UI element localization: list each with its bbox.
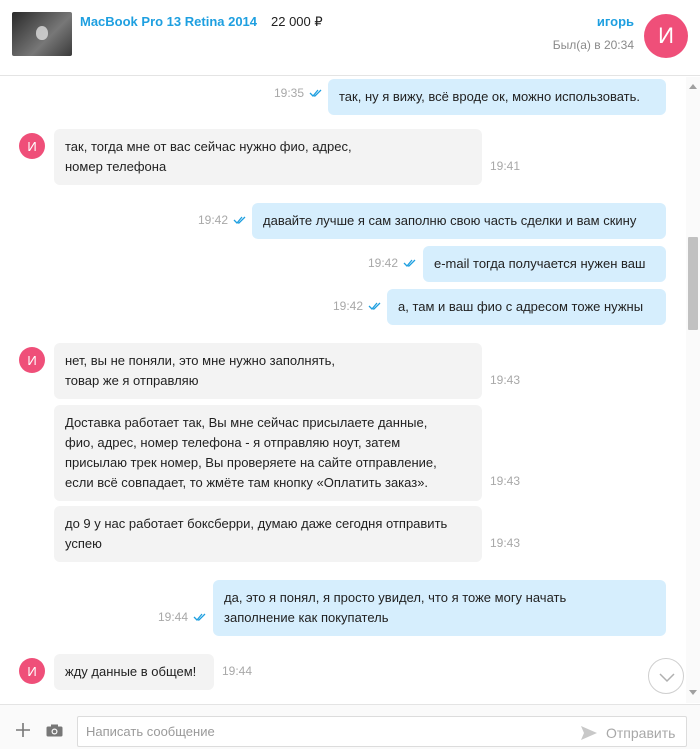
read-checkmarks-icon	[368, 302, 381, 310]
item-price: 22 000 ₽	[271, 14, 323, 29]
message-text: e-mail тогда получается нужен ваш	[434, 256, 646, 271]
item-thumbnail[interactable]	[12, 12, 72, 56]
read-checkmarks-icon	[233, 216, 246, 224]
message-text: давайте лучше я сам заполню свою часть с…	[263, 213, 637, 228]
message-time: 19:42	[333, 299, 364, 313]
user-avatar[interactable]: И	[644, 14, 688, 58]
send-button-label: Отправить	[606, 725, 676, 741]
message-list[interactable]: так, ну я вижу, всё вроде ок, можно испо…	[0, 77, 700, 703]
message-bubble-outgoing: а, там и ваш фио с адресом тоже нужны	[387, 289, 666, 325]
read-checkmarks-icon	[193, 613, 206, 621]
message-bubble-outgoing: давайте лучше я сам заполню свою часть с…	[252, 203, 666, 239]
message-bubble-outgoing: e-mail тогда получается нужен ваш	[423, 246, 666, 282]
chat-header: MacBook Pro 13 Retina 2014 22 000 ₽ игор…	[0, 0, 700, 76]
message-bubble-incoming: так, тогда мне от вас сейчас нужно фио, …	[54, 129, 482, 185]
message-time: 19:43	[490, 373, 521, 387]
read-checkmarks-icon	[309, 89, 322, 97]
sender-avatar[interactable]: И	[19, 347, 45, 373]
message-text: так, ну я вижу, всё вроде ок, можно испо…	[339, 89, 641, 104]
message-time: 19:44	[222, 664, 253, 678]
apple-logo-icon	[36, 26, 48, 40]
message-time: 19:43	[490, 474, 521, 488]
scroll-to-bottom-button[interactable]	[648, 658, 684, 694]
message-text: нет, вы не поняли, это мне нужно заполня…	[65, 353, 335, 388]
message-bubble-incoming: до 9 у нас работает боксберри, думаю даж…	[54, 506, 482, 562]
message-time: 19:41	[490, 159, 521, 173]
message-text: до 9 у нас работает боксберри, думаю даж…	[65, 516, 448, 551]
chevron-down-icon	[659, 673, 675, 683]
message-text: жду данные в общем!	[65, 664, 197, 679]
message-bubble-incoming: Доставка работает так, Вы мне сейчас при…	[54, 405, 482, 501]
user-name-link[interactable]: игорь	[597, 14, 634, 29]
message-text: Доставка работает так, Вы мне сейчас при…	[65, 415, 437, 490]
send-arrow-icon	[581, 726, 597, 740]
send-button[interactable]: Отправить	[580, 723, 675, 743]
message-bubble-incoming: жду данные в общем!	[54, 654, 214, 690]
plus-icon[interactable]	[15, 722, 31, 738]
camera-icon[interactable]	[46, 724, 63, 737]
read-checkmarks-icon	[403, 259, 416, 267]
message-text: а, там и ваш фио с адресом тоже нужны	[398, 299, 644, 314]
scroll-down-arrow-icon[interactable]	[689, 690, 697, 695]
message-time: 19:43	[490, 536, 521, 550]
item-title-link[interactable]: MacBook Pro 13 Retina 2014	[80, 14, 257, 29]
message-bubble-outgoing: так, ну я вижу, всё вроде ок, можно испо…	[328, 79, 666, 115]
message-time: 19:44	[158, 610, 189, 624]
message-text: да, это я понял, я просто увидел, что я …	[224, 590, 567, 625]
sender-avatar[interactable]: И	[19, 658, 45, 684]
sender-avatar[interactable]: И	[19, 133, 45, 159]
message-text: так, тогда мне от вас сейчас нужно фио, …	[65, 139, 352, 174]
scrollbar[interactable]	[686, 77, 700, 703]
message-bubble-outgoing: да, это я понял, я просто увидел, что я …	[213, 580, 666, 636]
user-status: Был(а) в 20:34	[552, 38, 634, 52]
message-time: 19:42	[198, 213, 229, 227]
scroll-up-arrow-icon[interactable]	[689, 84, 697, 89]
scrollbar-thumb[interactable]	[688, 237, 698, 330]
message-time: 19:35	[274, 86, 305, 100]
message-bubble-incoming: нет, вы не поняли, это мне нужно заполня…	[54, 343, 482, 399]
composer-bar: Отправить	[0, 704, 700, 749]
message-time: 19:42	[368, 256, 399, 270]
